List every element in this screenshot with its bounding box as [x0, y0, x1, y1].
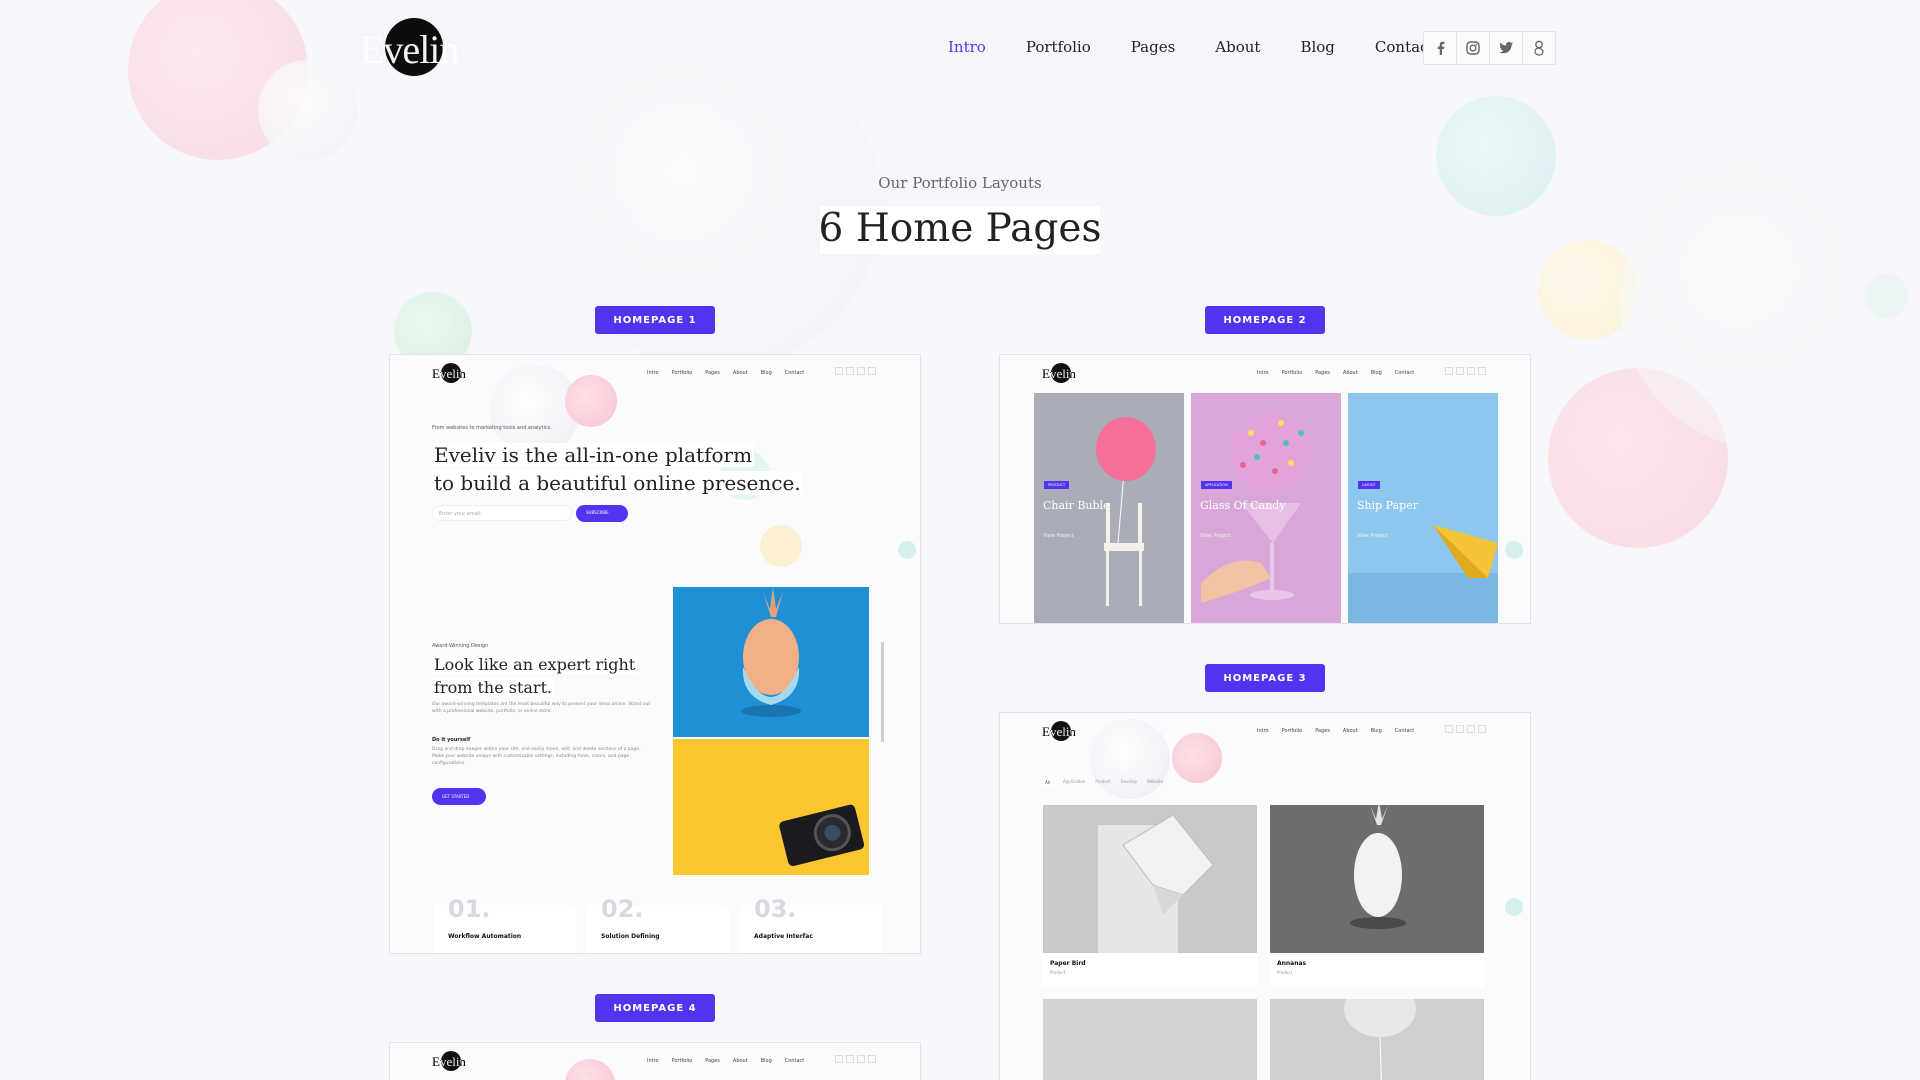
instagram-icon[interactable]	[1456, 31, 1490, 65]
feature-card: 02. Solution Defining	[587, 895, 729, 953]
homepage-1-button[interactable]: HOMEPAGE 1	[595, 306, 715, 334]
mini-header: Evelin Intro Portfolio Pages About Blog Conta…	[390, 363, 920, 383]
decor-bubble	[258, 60, 358, 160]
homepage-4-button[interactable]: HOMEPAGE 4	[595, 994, 715, 1022]
decor-bubble	[760, 525, 802, 567]
pineapple-bw-image	[1270, 801, 1484, 953]
mini-nav: Intro Portfolio Pages About Blog Contact	[647, 370, 805, 376]
section-title: 6 Home Pages	[818, 206, 1102, 251]
google-plus-icon[interactable]	[1522, 31, 1556, 65]
hp1-expert: Look like an expert right from the start.	[432, 655, 638, 697]
nav-intro[interactable]: Intro	[948, 38, 986, 56]
mini-social	[835, 367, 876, 375]
facebook-icon[interactable]	[1423, 31, 1457, 65]
camera-image	[673, 739, 869, 875]
decor-bubble	[1436, 96, 1556, 216]
homepage-2-preview[interactable]: Evelin Intro Portfolio Pages About Blog Conta…	[999, 354, 1531, 624]
mini-nav: Intro Portfolio Pages About Blog Contact	[1257, 728, 1415, 734]
site-logo[interactable]: Evelin	[360, 18, 465, 80]
mini-header: Evelin Intro Portfolio Pages About Blog Conta…	[390, 1051, 920, 1071]
scrollbar	[881, 642, 884, 742]
decor-bubble	[128, 0, 308, 160]
mini-header: Evelin Intro Portfolio Pages About Blog Conta…	[1000, 721, 1530, 741]
hp1-expert-body: Our award-winning templates are the most…	[432, 702, 651, 714]
mini-social	[835, 1055, 876, 1063]
feature-card: 01. Workflow Automation	[434, 895, 576, 953]
nav-pages[interactable]: Pages	[1131, 38, 1176, 56]
balloon-image	[1270, 981, 1484, 1080]
hp1-diy-body: Drag and drop images within your site, a…	[432, 747, 641, 766]
mini-logo: Evelin	[1042, 721, 1078, 743]
mini-nav: Intro Portfolio Pages About Blog Contact	[647, 1058, 805, 1064]
homepage-3-button[interactable]: HOMEPAGE 3	[1205, 664, 1325, 692]
hp1-get-started-button: GET STARTED	[432, 788, 486, 805]
twitter-icon[interactable]	[1489, 31, 1523, 65]
main-nav: Intro Portfolio Pages About Blog Contact	[948, 38, 1434, 56]
project-card-ship: LAYOUT Ship Paper View Project	[1348, 393, 1498, 623]
hp1-diy-title: Do it yourself	[432, 737, 471, 743]
project-card-glass: APPLICATION Glass Of Candy View Project	[1191, 393, 1341, 623]
mini-nav: Intro Portfolio Pages About Blog Contact	[1257, 370, 1415, 376]
hp3-filters: All Application Product Develop Website	[1042, 779, 1163, 786]
mini-social	[1445, 725, 1486, 733]
feature-card: 03. Adaptive Interfac	[740, 895, 882, 953]
hp3-card-caption: Paper Bird Product	[1043, 953, 1257, 987]
hp1-headline: Eveliv is the all-in-one platform to buil…	[432, 443, 803, 495]
project-image	[1043, 999, 1257, 1080]
nav-about[interactable]: About	[1215, 38, 1260, 56]
decor-bubble	[1538, 240, 1638, 340]
social-links	[1423, 31, 1556, 65]
section-subtitle: Our Portfolio Layouts	[878, 174, 1042, 192]
decor-bubble	[1864, 274, 1908, 318]
homepage-4-preview[interactable]: Evelin Intro Portfolio Pages About Blog Conta…	[389, 1042, 921, 1080]
decor-bubble	[1620, 150, 1920, 450]
hp1-subscribe-button: SUBSCRIBE	[576, 505, 628, 522]
decor-bubble	[1548, 368, 1728, 548]
hp1-kicker: From websites to marketing tools and ana…	[432, 425, 552, 431]
mini-header: Evelin Intro Portfolio Pages About Blog Conta…	[1000, 363, 1530, 383]
logo-text: Evelin	[360, 27, 459, 72]
mini-logo: Evelin	[1042, 363, 1078, 385]
project-card-chair: PRODUCT Chair Buble View Project	[1034, 393, 1184, 623]
mini-logo: Evelin	[432, 1051, 468, 1073]
hp3-card-caption: Annanas Product	[1270, 953, 1484, 987]
mini-social	[1445, 367, 1486, 375]
nav-portfolio[interactable]: Portfolio	[1026, 38, 1091, 56]
nav-blog[interactable]: Blog	[1300, 38, 1334, 56]
paper-bird-image	[1043, 805, 1257, 953]
homepage-2-button[interactable]: HOMEPAGE 2	[1205, 306, 1325, 334]
pineapple-image	[673, 587, 869, 737]
hp1-email-input: Enter your email	[432, 505, 572, 521]
mini-logo: Evelin	[432, 363, 468, 385]
homepage-1-preview[interactable]: Evelin Intro Portfolio Pages About Blog Conta…	[389, 354, 921, 954]
hp1-award: Award-Winning Design	[432, 643, 489, 649]
homepage-3-preview[interactable]: Evelin Intro Portfolio Pages About Blog Conta…	[999, 712, 1531, 1080]
